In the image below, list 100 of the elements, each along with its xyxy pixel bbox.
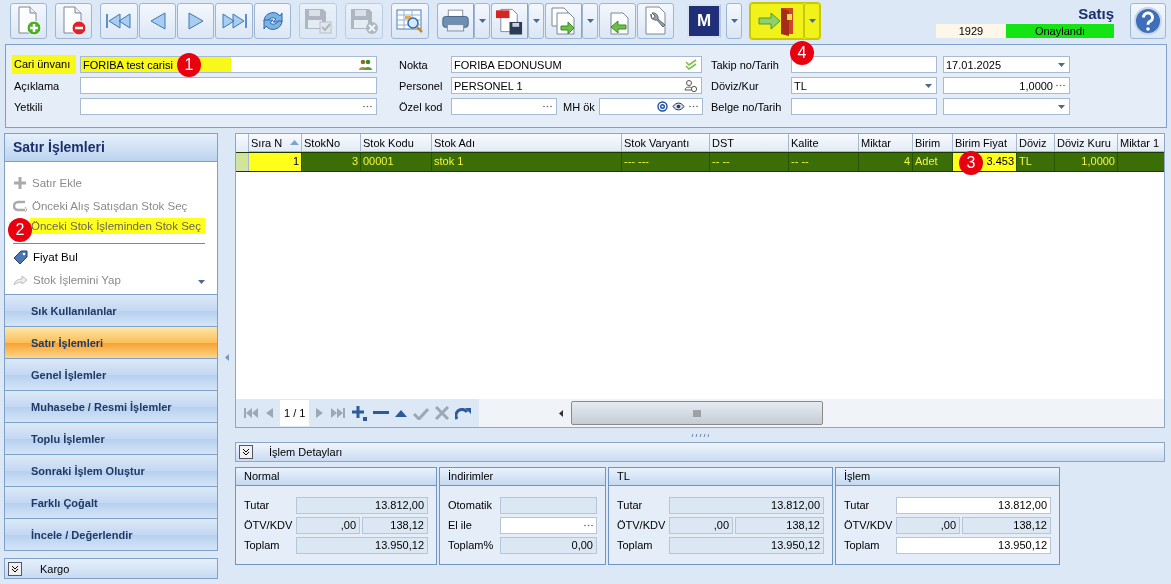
amount-field[interactable]: 13.812,00 (296, 496, 428, 514)
first-page-icon[interactable] (244, 407, 260, 419)
field-label: Takip no/Tarih (710, 58, 780, 71)
sort-up-icon (290, 140, 299, 145)
amount-field[interactable]: ,00 (296, 516, 360, 534)
expand-button[interactable] (8, 561, 22, 576)
previous-page-icon[interactable] (266, 407, 274, 419)
dropdown-button[interactable] (582, 3, 598, 39)
caret-icon (730, 19, 738, 23)
amount-field[interactable]: 138,12 (962, 516, 1051, 534)
last-record-button[interactable] (215, 3, 253, 39)
preview-button[interactable] (391, 3, 429, 39)
remove-row-icon[interactable] (373, 411, 390, 415)
next-page-icon[interactable] (315, 407, 324, 419)
input-field[interactable] (80, 98, 377, 115)
ellipsis-icon[interactable] (584, 523, 593, 527)
amount-field[interactable]: 138,12 (735, 516, 824, 534)
delete-button[interactable] (55, 3, 92, 39)
navigation-group[interactable]: Satır İşlemleri (4, 327, 218, 359)
amount-field[interactable]: 13.950,12 (296, 536, 428, 554)
navigation-group[interactable]: Sık Kullanılanlar (4, 295, 218, 327)
input-field[interactable]: 1,0000 (943, 77, 1070, 94)
collapse-arrow-icon[interactable] (224, 353, 229, 361)
ellipsis-icon[interactable] (688, 105, 698, 108)
help-button[interactable] (1130, 3, 1166, 39)
amount-field[interactable]: 138,12 (362, 516, 428, 534)
confirm-icon[interactable] (413, 406, 430, 420)
last-page-icon[interactable] (329, 407, 346, 419)
caret-icon (532, 19, 540, 23)
first-record-button[interactable] (100, 3, 138, 39)
collapse-button[interactable] (239, 445, 253, 459)
amount-field[interactable]: 13.812,00 (669, 496, 824, 514)
group-title: Normal (236, 468, 436, 486)
pdf-floppy-icon (495, 6, 524, 36)
double-check-icon[interactable] (685, 59, 697, 70)
amount-field[interactable] (500, 516, 597, 534)
at-sign-icon[interactable] (656, 101, 668, 112)
add-row-icon[interactable] (351, 405, 368, 421)
navigation-group[interactable]: Genel İşlemler (4, 359, 218, 391)
module-button[interactable]: M (687, 4, 721, 38)
move-up-icon[interactable] (395, 409, 408, 417)
caret-icon (925, 83, 932, 88)
return-arrow-icon (13, 199, 27, 212)
scroll-left-icon[interactable] (559, 409, 564, 417)
navigation-group[interactable]: Muhasebe / Resmi İşlemler (4, 391, 218, 423)
amount-field[interactable]: 13.950,12 (896, 536, 1051, 554)
exit-button[interactable] (750, 3, 804, 39)
triangle-right-icon (186, 11, 205, 31)
step-marker: 1 (177, 53, 201, 77)
input-field[interactable] (80, 77, 377, 94)
navigation-group[interactable]: Sonraki İşlem Oluştur (4, 455, 218, 487)
amount-field[interactable]: 13.950,12 (669, 536, 824, 554)
action-link[interactable]: Fiyat Bul (32, 249, 79, 264)
amount-field[interactable]: ,00 (896, 516, 960, 534)
dropdown-field[interactable] (943, 98, 1070, 115)
dropdown-button[interactable] (804, 3, 820, 39)
navigation-group[interactable]: Toplu İşlemler (4, 423, 218, 455)
field-label: Toplam% (448, 539, 495, 551)
dropdown-button[interactable] (726, 3, 742, 39)
next-record-button[interactable] (177, 3, 214, 39)
splitter-grip-icon[interactable] (691, 433, 709, 437)
navigation-group[interactable]: İncele / Değerlendir (4, 519, 218, 551)
input-field[interactable] (451, 98, 557, 115)
people-icon[interactable] (359, 59, 372, 70)
eye-icon[interactable] (671, 102, 685, 111)
table-search-icon (395, 7, 425, 35)
input-field[interactable]: FORIBA EDONUSUM (451, 56, 702, 73)
ellipsis-icon[interactable] (543, 105, 552, 108)
input-field[interactable] (598, 98, 703, 115)
input-field[interactable] (791, 98, 937, 115)
import-button[interactable] (599, 3, 636, 39)
dropdown-field[interactable]: 17.01.2025 (943, 56, 1070, 73)
amount-field[interactable] (500, 496, 597, 514)
new-button[interactable] (10, 3, 47, 39)
pdf-button[interactable] (491, 3, 528, 39)
previous-record-button[interactable] (139, 3, 176, 39)
amount-field[interactable]: 0,00 (500, 536, 597, 554)
chevron-right-icon (239, 158, 245, 166)
document-minus-icon (60, 6, 87, 36)
amount-field[interactable]: 13.812,00 (896, 496, 1051, 514)
caret-icon (808, 19, 816, 23)
documents-arrow-icon (549, 6, 578, 36)
dropdown-field[interactable]: TL (791, 77, 937, 94)
amount-field[interactable]: ,00 (669, 516, 733, 534)
input-field[interactable]: PERSONEL 1 (451, 77, 702, 94)
navigation-group[interactable]: Farklı Çoğalt (4, 487, 218, 519)
ellipsis-icon[interactable] (1056, 84, 1065, 87)
print-button[interactable] (437, 3, 474, 39)
person-check-icon[interactable] (684, 79, 697, 92)
cancel-icon[interactable] (435, 406, 450, 420)
input-field[interactable] (791, 56, 937, 73)
field-label: Özel kod (398, 100, 444, 113)
redo-icon[interactable] (455, 406, 472, 420)
refresh-button[interactable] (254, 3, 291, 39)
tools-button[interactable] (637, 3, 674, 39)
ellipsis-icon[interactable] (363, 105, 372, 108)
page-indicator: 1 / 1 (280, 400, 310, 426)
caret-icon (586, 19, 594, 23)
copy-button[interactable] (545, 3, 582, 39)
skip-first-icon (104, 11, 134, 31)
